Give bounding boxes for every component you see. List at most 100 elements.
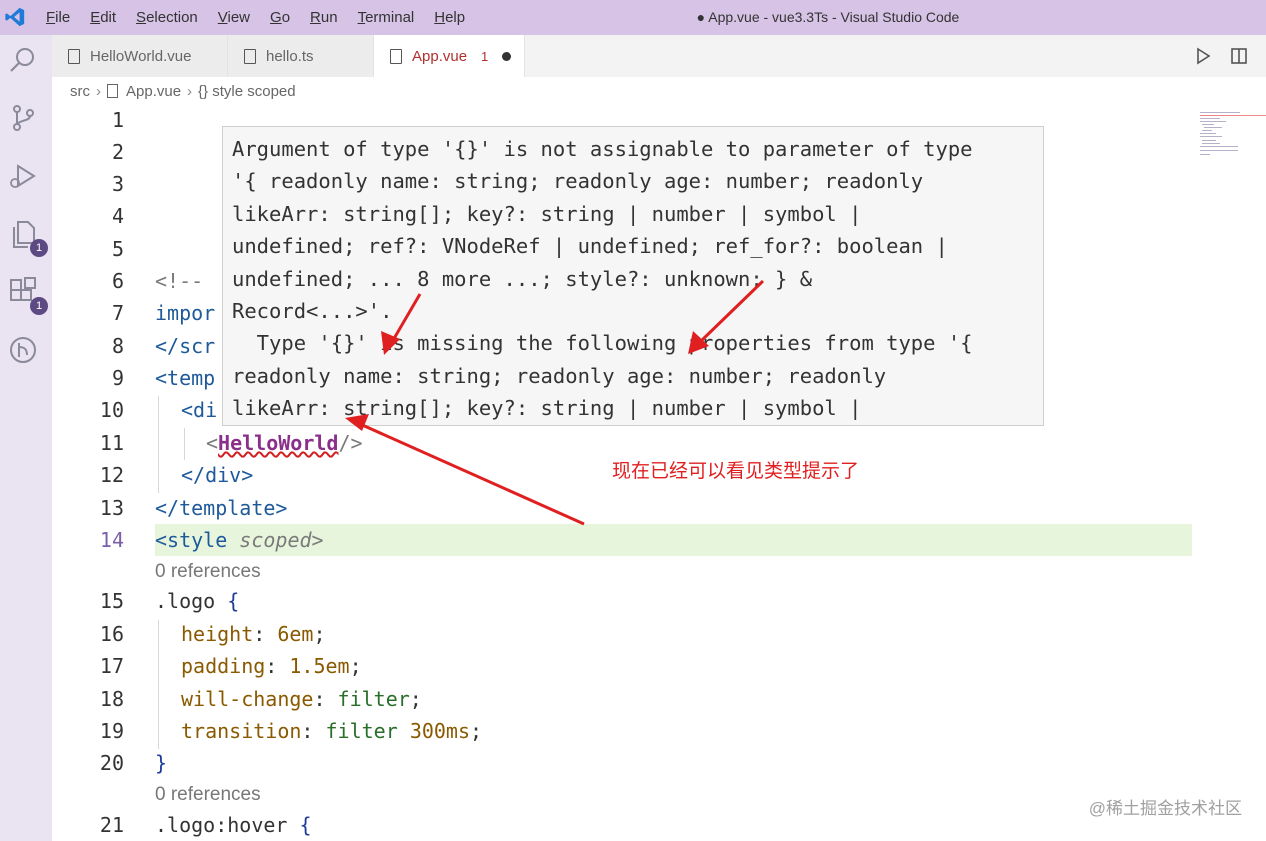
tab-bar: HelloWorld.vue hello.ts App.vue 1 <box>52 35 1266 77</box>
code-line-19: transition: filter 300ms; <box>181 719 483 743</box>
line-number: 4 <box>111 204 124 228</box>
line-number: 16 <box>99 622 124 646</box>
tag-open: < <box>206 431 219 455</box>
tab-label: HelloWorld.vue <box>90 47 192 65</box>
run-debug-icon[interactable] <box>8 161 42 195</box>
css-property: height <box>181 622 254 646</box>
tab-hello-ts[interactable]: hello.ts <box>228 35 374 77</box>
activity-bar: 1 1 <box>0 35 52 841</box>
line-number: 8 <box>111 334 124 358</box>
error-hover-tooltip[interactable]: Argument of type '{}' is not assignable … <box>222 126 1044 426</box>
hover-line: readonly name: string; readonly age: num… <box>232 363 887 388</box>
title-bar: File Edit Selection View Go Run Terminal… <box>0 0 1266 35</box>
tag-close: /> <box>338 431 363 455</box>
extensions-icon[interactable]: 1 <box>8 277 48 315</box>
run-icon[interactable] <box>1194 47 1212 65</box>
line-number: 2 <box>111 140 124 164</box>
scoped-attr: scoped <box>239 528 312 552</box>
explorer-badge: 1 <box>30 239 48 257</box>
css-selector: .logo <box>155 589 216 613</box>
codelens-references[interactable]: 0 references <box>155 784 261 806</box>
minimap[interactable] <box>1198 110 1266 160</box>
annotation-text: 现在已经可以看见类型提示了 <box>612 461 860 482</box>
css-property: will-change <box>181 687 314 711</box>
problem-count: 1 <box>481 48 489 64</box>
code-line-7: impor <box>155 301 216 325</box>
tab-label: hello.ts <box>266 47 314 65</box>
extensions-badge: 1 <box>30 297 48 315</box>
tab-helloworld-vue[interactable]: HelloWorld.vue <box>52 35 228 77</box>
code-line-10: <di <box>181 398 218 422</box>
code-line-6: <!-- <box>155 269 204 293</box>
watermark: @稀土掘金技术社区 <box>1088 799 1242 818</box>
code-line-16: height: 6em; <box>181 622 326 646</box>
code-line-15: .logo { <box>155 589 239 613</box>
hover-line: Argument of type '{}' is not assignable … <box>232 137 973 161</box>
line-number: 7 <box>111 301 124 325</box>
css-value: filter <box>337 687 410 711</box>
breadcrumb-src[interactable]: src <box>70 83 90 100</box>
css-value: 6em <box>277 622 314 646</box>
line-number: 21 <box>99 813 124 837</box>
hover-line: undefined; ... 8 more ...; style?: unkno… <box>232 266 813 291</box>
line-number: 12 <box>99 463 124 487</box>
code-line-8: </scr <box>155 334 216 358</box>
codelens-references[interactable]: 0 references <box>155 561 261 583</box>
hover-line: likeArr: string[]; key?: string | number… <box>232 396 862 421</box>
line-number: 6 <box>111 269 124 293</box>
css-property: transition <box>181 719 302 743</box>
tab-label: App.vue <box>412 47 468 65</box>
breadcrumb-symbol[interactable]: {} style scoped <box>198 83 296 100</box>
code-line-20: } <box>155 751 168 775</box>
window-title: ● App.vue - vue3.3Ts - Visual Studio Cod… <box>696 9 960 25</box>
code-line-13: </template> <box>155 496 288 520</box>
line-number: 3 <box>111 172 124 196</box>
hover-line: Type '{}' is missing the following prope… <box>232 331 973 356</box>
file-icon <box>390 48 402 64</box>
line-number: 19 <box>99 719 124 743</box>
tab-app-vue[interactable]: App.vue 1 <box>374 35 525 77</box>
split-editor-icon[interactable] <box>1230 47 1248 65</box>
code-line-12: </div> <box>181 463 254 487</box>
indent-guide <box>184 428 185 460</box>
brace: { <box>299 813 312 837</box>
line-number: 13 <box>99 496 124 520</box>
style-tag: <style <box>155 528 228 552</box>
code-line-21: .logo:hover { <box>155 813 312 837</box>
file-icon <box>107 84 118 98</box>
css-value: 1.5em <box>289 654 350 678</box>
indent-guide <box>158 620 159 749</box>
breadcrumb-file[interactable]: App.vue <box>126 83 181 100</box>
line-number: 5 <box>111 237 124 261</box>
css-value: filter <box>325 719 398 743</box>
indent-guide <box>158 396 159 493</box>
explorer-icon[interactable]: 1 <box>8 219 48 257</box>
file-icon <box>244 48 256 64</box>
line-number: 18 <box>99 687 124 711</box>
css-value: 300ms <box>409 719 471 743</box>
code-line-9: <temp <box>155 366 216 390</box>
search-icon[interactable] <box>8 45 42 79</box>
source-control-icon[interactable] <box>8 103 42 137</box>
hover-line: undefined; ref?: VNodeRef | undefined; r… <box>232 234 948 259</box>
line-number: 17 <box>99 654 124 678</box>
line-number: 10 <box>99 398 124 422</box>
chevron-right-icon: › <box>187 82 193 100</box>
line-number-current: 14 <box>99 528 124 552</box>
hover-line: Record<...>'. <box>232 299 393 324</box>
code-line-14: <style scoped> <box>155 528 324 552</box>
modified-dot-icon[interactable] <box>502 51 512 61</box>
line-number: 9 <box>111 366 124 390</box>
file-icon <box>68 48 80 64</box>
line-number: 15 <box>99 589 124 613</box>
line-number: 1 <box>111 108 124 132</box>
brace: { <box>227 589 240 613</box>
tag-close: > <box>311 528 324 552</box>
code-line-11: <HelloWorld/> <box>206 431 363 455</box>
helloworld-component-error[interactable]: HelloWorld <box>218 431 338 455</box>
remote-icon[interactable] <box>8 335 42 369</box>
hover-line: likeArr: string[]; key?: string | number… <box>232 201 862 226</box>
code-line-17: padding: 1.5em; <box>181 654 362 678</box>
line-number: 20 <box>99 751 124 775</box>
line-number: 11 <box>99 431 124 455</box>
